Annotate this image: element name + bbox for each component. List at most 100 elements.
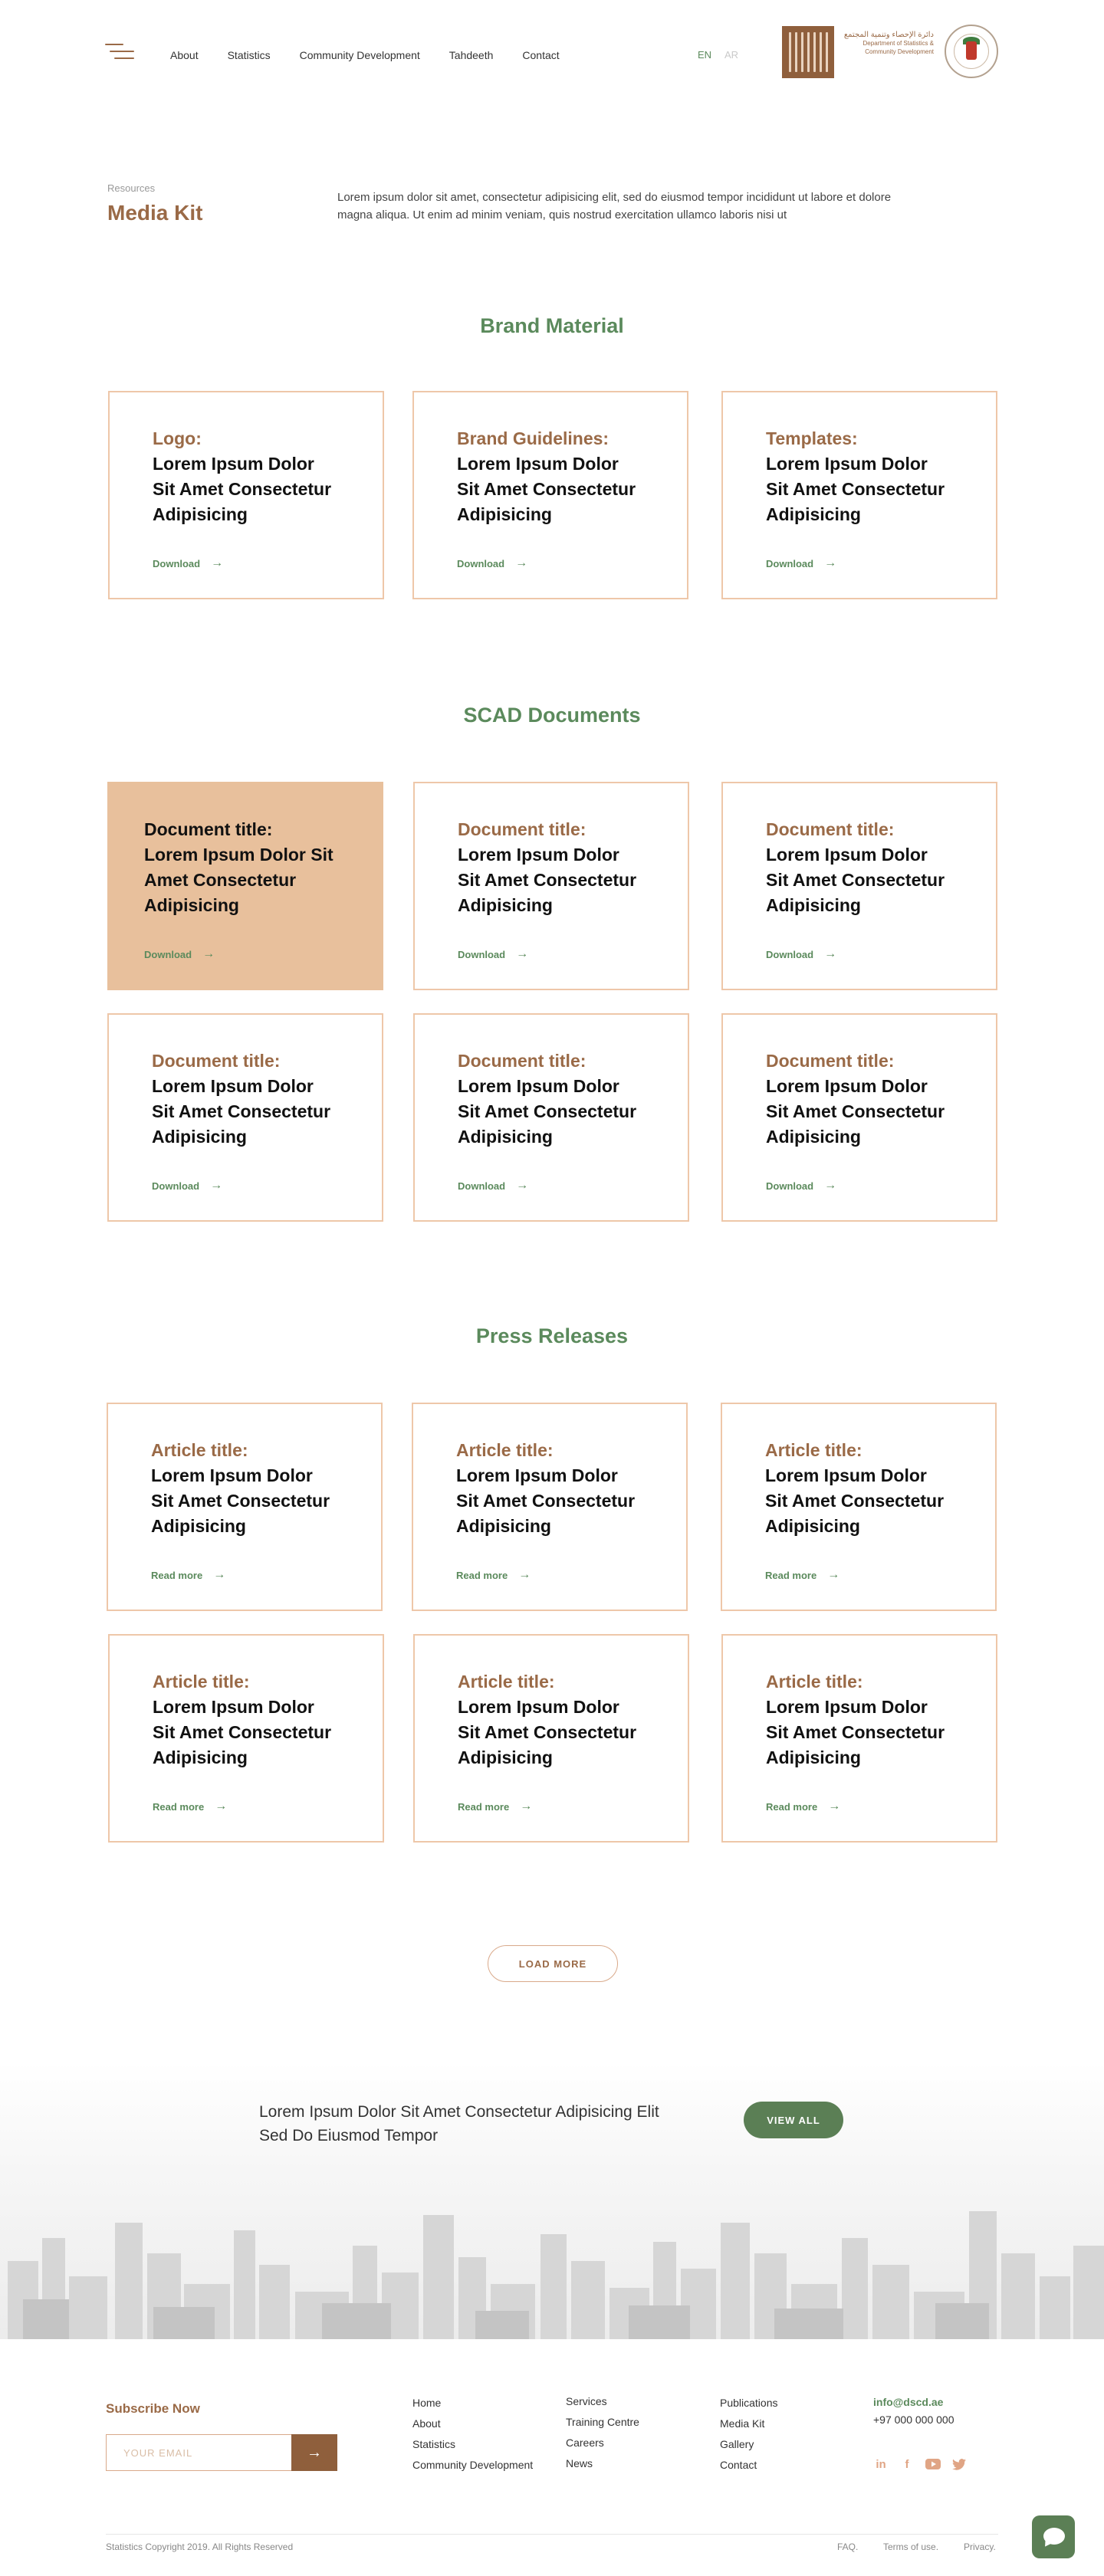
footer-link-services[interactable]: Services <box>566 2391 639 2412</box>
arrow-right-icon: → <box>824 1179 837 1192</box>
footer-link-publications[interactable]: Publications <box>720 2393 778 2414</box>
read-more-link[interactable]: Read more → <box>151 1568 225 1582</box>
card-text: Lorem Ipsum Dolor Sit Amet Consectetur A… <box>457 454 636 524</box>
contact-email-link[interactable]: info@dscd.ae <box>873 2396 943 2408</box>
read-more-link[interactable]: Read more → <box>766 1800 840 1813</box>
card-label: Document title: <box>152 1051 281 1071</box>
download-link[interactable]: Download → <box>458 1179 528 1193</box>
read-more-link[interactable]: Read more → <box>765 1568 840 1582</box>
download-link[interactable]: Download → <box>457 556 527 570</box>
download-link[interactable]: Download → <box>153 556 223 570</box>
read-more-link[interactable]: Read more → <box>153 1800 227 1813</box>
arrow-right-icon: → <box>824 947 837 960</box>
card-label: Document title: <box>766 819 895 839</box>
link-label: Download <box>766 557 814 569</box>
city-skyline-image <box>8 2211 1104 2339</box>
document-card: Document title: Lorem Ipsum Dolor Sit Am… <box>721 782 997 990</box>
arrow-right-icon: → <box>210 1179 223 1192</box>
footer-link-news[interactable]: News <box>566 2453 639 2474</box>
card-text: Lorem Ipsum Dolor Sit Amet Consectetur A… <box>456 1465 636 1536</box>
youtube-icon[interactable] <box>925 2456 941 2472</box>
card-label: Document title: <box>458 1051 586 1071</box>
brand-card-logo: Logo: Lorem Ipsum Dolor Sit Amet Consect… <box>108 391 384 599</box>
subscribe-submit-button[interactable]: → <box>291 2434 337 2471</box>
article-card: Article title: Lorem Ipsum Dolor Sit Ame… <box>413 1634 689 1843</box>
twitter-icon[interactable] <box>951 2456 967 2472</box>
faq-link[interactable]: FAQ. <box>837 2542 858 2552</box>
footer-link-gallery[interactable]: Gallery <box>720 2434 778 2455</box>
dscd-logo-text: دائرة الإحصاء وتنمية المجتمع Department … <box>843 31 934 56</box>
card-label: Article title: <box>456 1440 554 1460</box>
nav-tahdeeth[interactable]: Tahdeeth <box>449 49 494 61</box>
arrow-right-icon: → <box>211 556 224 569</box>
logo-text-ar: دائرة الإحصاء وتنمية المجتمع <box>843 31 934 39</box>
terms-link[interactable]: Terms of use. <box>883 2542 938 2552</box>
menu-icon[interactable] <box>105 44 134 61</box>
footer-link-about[interactable]: About <box>412 2414 533 2434</box>
footer-link-contact[interactable]: Contact <box>720 2455 778 2476</box>
document-card: Document title: Lorem Ipsum Dolor Sit Am… <box>413 1013 689 1222</box>
footer-link-careers[interactable]: Careers <box>566 2433 639 2453</box>
privacy-link[interactable]: Privacy. <box>964 2542 996 2552</box>
arrow-right-icon: → <box>515 556 528 569</box>
load-more-button[interactable]: LOAD MORE <box>488 1945 618 1982</box>
link-label: Read more <box>458 1800 510 1813</box>
contact-phone: +97 000 000 000 <box>873 2414 955 2426</box>
view-all-button[interactable]: VIEW ALL <box>744 2102 843 2138</box>
footer-link-home[interactable]: Home <box>412 2393 533 2414</box>
brand-card-guidelines: Brand Guidelines: Lorem Ipsum Dolor Sit … <box>412 391 688 599</box>
arrow-right-icon: → <box>827 1568 840 1581</box>
card-text: Lorem Ipsum Dolor Sit Amet Consectetur A… <box>766 1697 945 1767</box>
card-text: Lorem Ipsum Dolor Sit Amet Consectetur A… <box>765 1465 945 1536</box>
document-card: Document title: Lorem Ipsum Dolor Sit Am… <box>413 782 689 990</box>
card-text: Lorem Ipsum Dolor Sit Amet Consectetur A… <box>766 454 945 524</box>
nav-statistics[interactable]: Statistics <box>228 49 271 61</box>
read-more-link[interactable]: Read more → <box>458 1800 532 1813</box>
download-link[interactable]: Download → <box>152 1179 222 1193</box>
linkedin-icon[interactable]: in <box>873 2456 889 2472</box>
footer-link-community-development[interactable]: Community Development <box>412 2455 533 2476</box>
download-link[interactable]: Download → <box>766 1179 836 1193</box>
arrow-right-icon: → <box>307 2443 322 2461</box>
arrow-right-icon: → <box>520 1800 533 1813</box>
nav-about[interactable]: About <box>170 49 199 61</box>
email-input[interactable] <box>106 2434 293 2471</box>
card-label: Article title: <box>458 1672 555 1692</box>
footer-links-col-3: Publications Media Kit Gallery Contact <box>720 2393 778 2476</box>
card-text: Lorem Ipsum Dolor Sit Amet Consectetur A… <box>153 454 332 524</box>
document-card: Document title: Lorem Ipsum Dolor Sit Am… <box>107 1013 383 1222</box>
subscribe-heading: Subscribe Now <box>106 2401 200 2416</box>
download-link[interactable]: Download → <box>766 947 836 961</box>
download-link[interactable]: Download → <box>458 947 528 961</box>
download-link[interactable]: Download → <box>766 556 836 570</box>
card-text: Lorem Ipsum Dolor Sit Amet Consectetur A… <box>151 1465 330 1536</box>
link-label: Read more <box>766 1800 818 1813</box>
arrow-right-icon: → <box>215 1800 228 1813</box>
read-more-link[interactable]: Read more → <box>456 1568 531 1582</box>
brand-card-templates: Templates: Lorem Ipsum Dolor Sit Amet Co… <box>721 391 997 599</box>
breadcrumb[interactable]: Resources <box>107 182 155 194</box>
card-text: Lorem Ipsum Dolor Sit Amet Consectetur A… <box>458 1697 637 1767</box>
document-card: Document title: Lorem Ipsum Dolor Sit Am… <box>107 782 383 990</box>
lang-ar-link[interactable]: AR <box>724 49 738 61</box>
nav-community-development[interactable]: Community Development <box>300 49 420 61</box>
card-label: Document title: <box>458 819 586 839</box>
chat-button[interactable] <box>1032 2515 1075 2558</box>
nav-contact[interactable]: Contact <box>522 49 559 61</box>
link-label: Download <box>144 948 192 960</box>
footer-divider <box>106 2534 998 2535</box>
facebook-icon[interactable]: f <box>899 2456 915 2472</box>
article-card: Article title: Lorem Ipsum Dolor Sit Ame… <box>721 1403 997 1611</box>
scad-documents-heading: SCAD Documents <box>463 704 641 727</box>
dscd-logo-mark[interactable] <box>782 26 834 78</box>
card-text: Lorem Ipsum Dolor Sit Amet Consectetur A… <box>458 1076 637 1147</box>
link-label: Download <box>458 1180 506 1192</box>
footer-link-statistics[interactable]: Statistics <box>412 2434 533 2455</box>
footer-link-training-centre[interactable]: Training Centre <box>566 2412 639 2433</box>
card-text: Lorem Ipsum Dolor Sit Amet Consectetur A… <box>144 845 334 915</box>
lang-en-link[interactable]: EN <box>698 49 711 61</box>
card-text: Lorem Ipsum Dolor Sit Amet Consectetur A… <box>152 1076 331 1147</box>
footer-link-media-kit[interactable]: Media Kit <box>720 2414 778 2434</box>
download-link[interactable]: Download → <box>144 947 215 961</box>
footer-links-col-1: Home About Statistics Community Developm… <box>412 2393 533 2476</box>
